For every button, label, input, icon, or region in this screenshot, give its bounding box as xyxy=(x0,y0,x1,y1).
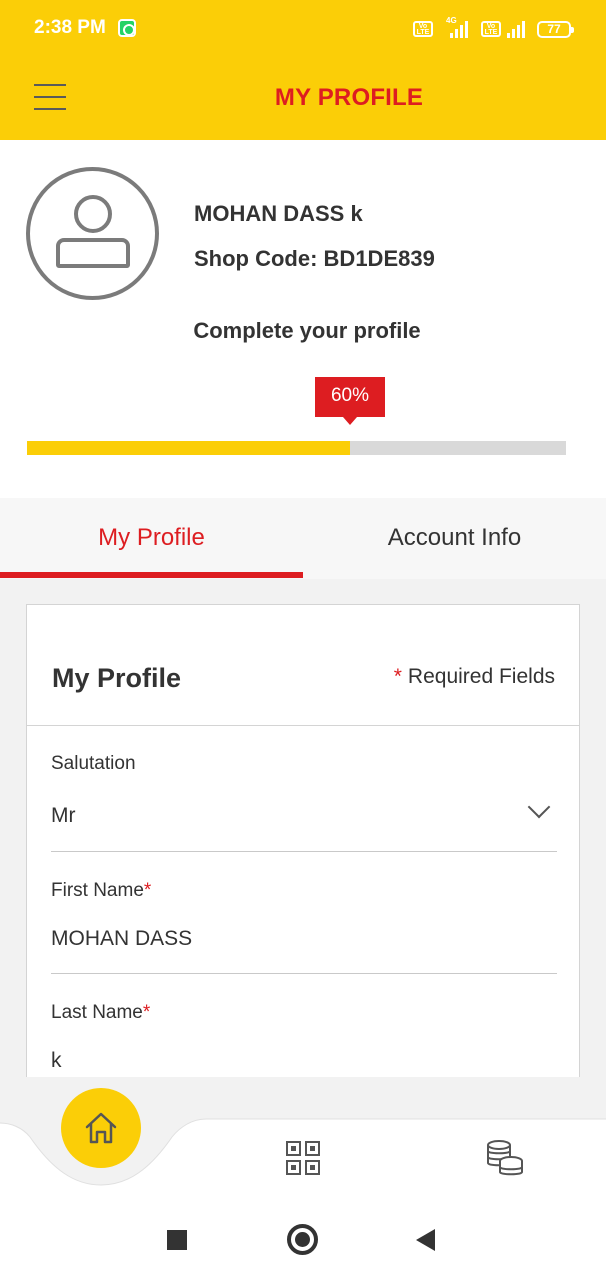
required-star: * xyxy=(142,1002,151,1023)
progress-percent-badge: 60% xyxy=(315,377,385,425)
salutation-underline xyxy=(51,851,557,852)
status-bar: 2:38 PM Vo LTE 4G Vo LTE 77 xyxy=(0,0,606,56)
profile-progress-bar xyxy=(27,441,566,455)
my-profile-form: My Profile * Required Fields Salutation M… xyxy=(26,604,580,1077)
system-home-button[interactable] xyxy=(287,1224,318,1255)
first-name-underline xyxy=(51,973,557,974)
chevron-down-icon[interactable] xyxy=(527,795,551,819)
shop-code: Shop Code: BD1DE839 xyxy=(194,246,435,271)
first-name-field[interactable]: MOHAN DASS xyxy=(51,927,192,951)
home-icon xyxy=(85,1112,117,1144)
form-scroll-area[interactable]: My Profile * Required Fields Salutation M… xyxy=(0,579,606,1077)
battery-icon: 77 xyxy=(537,21,574,38)
profile-tabs: My Profile Account Info xyxy=(0,498,606,579)
profile-progress-fill xyxy=(27,441,350,455)
volte-icon-2: Vo LTE xyxy=(481,21,501,37)
form-title: My Profile xyxy=(52,663,182,693)
bottom-navigation xyxy=(0,1077,606,1200)
home-button[interactable] xyxy=(61,1088,141,1168)
first-name-label: First Name* xyxy=(51,880,152,901)
qr-code-icon[interactable] xyxy=(286,1141,320,1175)
back-button[interactable] xyxy=(416,1229,435,1251)
salutation-select[interactable]: Mr xyxy=(51,804,76,828)
recents-button[interactable] xyxy=(167,1230,187,1250)
tab-account-info[interactable]: Account Info xyxy=(303,498,606,579)
required-star: * xyxy=(143,880,152,901)
signal-strength-icon-2 xyxy=(505,18,527,38)
required-star: * xyxy=(393,665,402,688)
profile-summary: MOHAN DASS k Shop Code: BD1DE839 Complet… xyxy=(0,140,606,498)
volte-icon: Vo LTE xyxy=(413,21,433,37)
status-time: 2:38 PM xyxy=(34,17,106,38)
whatsapp-notification-icon xyxy=(118,19,136,37)
form-divider xyxy=(27,725,579,726)
required-fields-note: * Required Fields xyxy=(394,665,555,689)
system-navigation-bar xyxy=(0,1200,606,1280)
active-tab-indicator xyxy=(0,572,303,578)
salutation-label: Salutation xyxy=(51,753,136,774)
user-name: MOHAN DASS k xyxy=(194,201,363,226)
last-name-field[interactable]: k xyxy=(51,1049,62,1073)
complete-profile-prompt: Complete your profile xyxy=(193,318,421,343)
page-title: MY PROFILE xyxy=(274,84,424,111)
battery-level: 77 xyxy=(547,22,561,36)
app-header: MY PROFILE xyxy=(0,56,606,140)
user-avatar-icon[interactable] xyxy=(26,167,159,300)
signal-strength-icon xyxy=(448,18,470,38)
tab-my-profile[interactable]: My Profile xyxy=(0,498,303,579)
last-name-label: Last Name* xyxy=(51,1002,151,1023)
coins-icon[interactable] xyxy=(486,1139,524,1177)
required-fields-label: Required Fields xyxy=(407,665,555,688)
